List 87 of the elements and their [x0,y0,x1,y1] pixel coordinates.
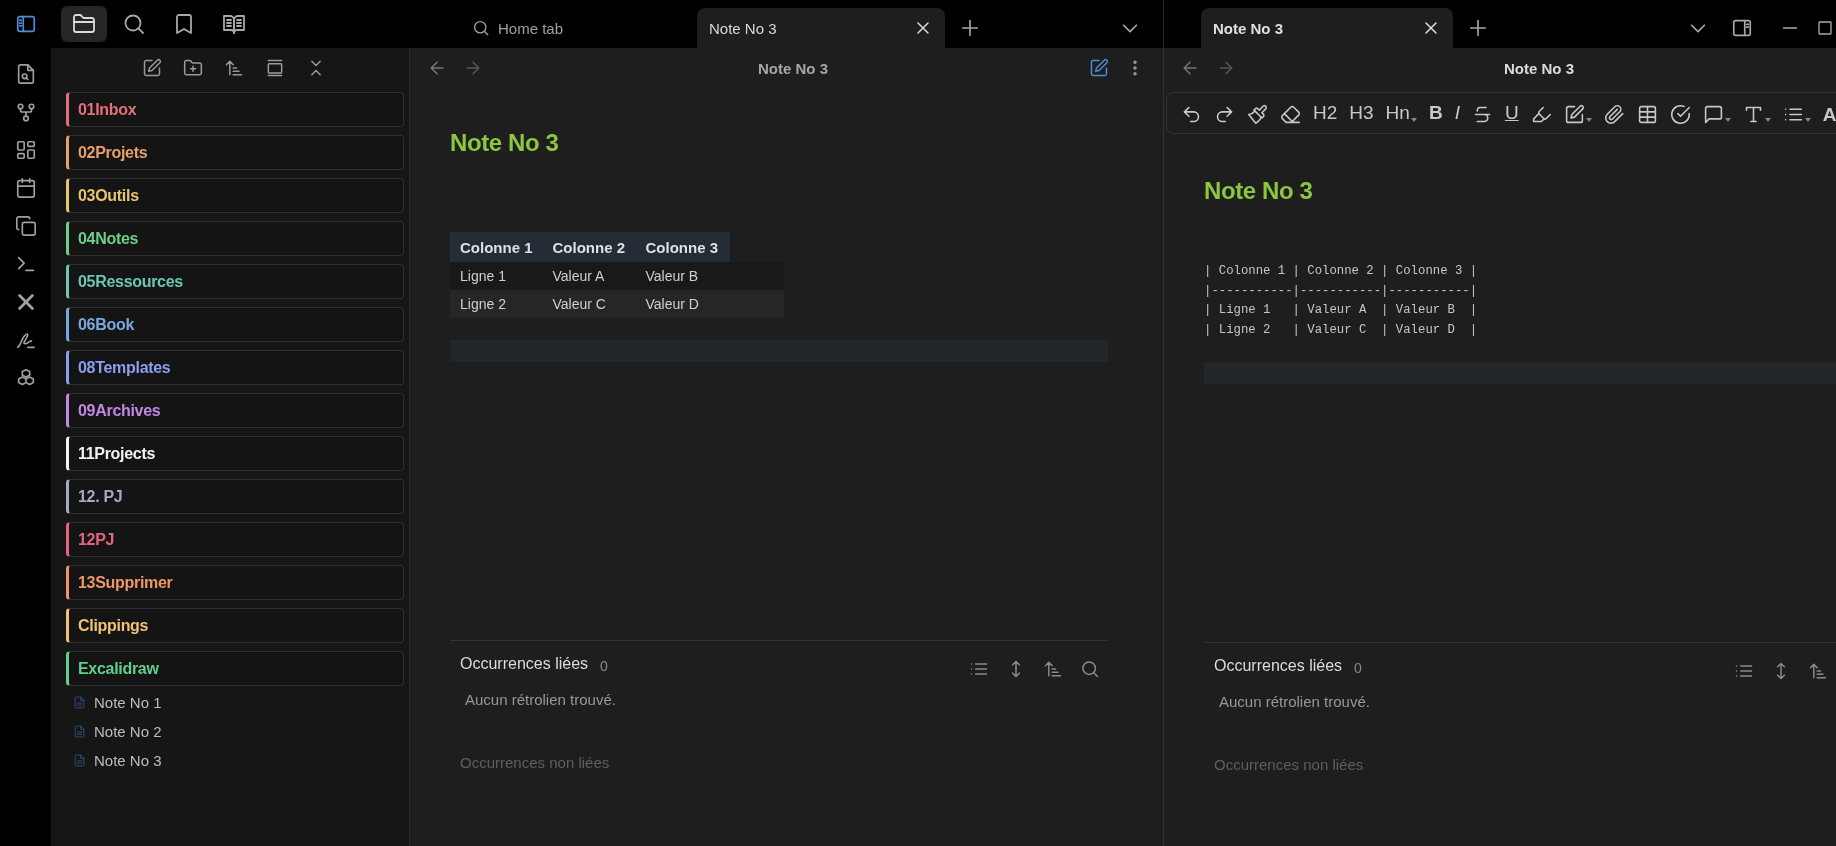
folder-item[interactable]: 01Inbox [66,92,404,127]
table-cell: Ligne 2 [450,290,543,318]
backlinks-heading: Occurrences liées [460,655,589,673]
table-icon [1636,104,1658,125]
redo-icon [1214,104,1235,125]
sort-icon[interactable] [224,58,244,78]
book-icon [222,12,246,36]
caret-icon [1804,118,1811,122]
table-cell: Valeur C [542,290,636,318]
dashboard-icon[interactable] [14,139,37,161]
search-icon[interactable] [1080,659,1100,679]
bold-button[interactable]: B [1428,101,1443,125]
text-color-button[interactable]: A [1822,101,1836,125]
note-item[interactable]: Note No 3 [73,746,409,775]
heading-button[interactable]: H3 [1349,101,1374,125]
tab[interactable]: Note No 3 [697,8,945,48]
folder-item[interactable]: 02Projets [66,135,404,170]
italic-button[interactable]: I [1454,101,1460,125]
folder-item[interactable]: 12PJ [66,522,404,557]
note-header-title: Note No 3 [1503,59,1575,77]
sort-icon[interactable] [1808,661,1828,681]
table-cell: Valeur D [635,290,730,318]
new-tab-icon[interactable] [1467,17,1489,39]
caret-icon [1724,118,1731,122]
new-tab-icon[interactable] [959,17,981,39]
backlinks-count: 0 [1354,660,1362,676]
note-item[interactable]: Note No 1 [73,688,409,717]
column-header: Colonne 2 [542,232,636,262]
note-title: Note No 3 [1204,176,1314,206]
caret-icon [1410,118,1417,122]
tab[interactable]: Home tab [460,8,697,48]
folder-item[interactable]: 12. PJ [66,479,404,514]
caret-icon [1585,118,1592,122]
file-icon [73,754,86,767]
copy-icon[interactable] [14,215,37,237]
table-cell: Valeur A [542,262,636,290]
no-backlinks-text: Aucun rétrolien trouvé. [1218,693,1371,710]
edit-icon[interactable] [1089,58,1109,78]
table-cell: Valeur B [635,262,730,290]
undo-icon [1181,104,1202,125]
markdown-source: | Colonne 1 | Colonne 2 | Colonne 3 | |-----------|-----------|-----------| | Ligne 1 | Valeur A | Valeur B | | Ligne 2 | Valeur C | Valeur D | [1204,263,1479,339]
brush-icon [1247,104,1268,125]
backlinks-count: 0 [600,658,608,674]
folder-item[interactable]: 06Book [66,307,404,342]
right-sidebar-toggle-icon[interactable] [1731,17,1753,39]
new-folder-icon[interactable] [183,58,203,78]
maximize-icon[interactable] [1816,19,1834,37]
folder-icon [72,12,96,36]
file-icon [73,696,86,709]
clip-icon [1603,104,1625,125]
sidebar-toggle-icon[interactable] [14,13,37,35]
tab[interactable]: Note No 3 [1201,8,1453,48]
no-backlinks-text: Aucun rétrolien trouvé. [464,691,617,708]
folder-item[interactable]: 08Templates [66,350,404,385]
search-icon [122,12,146,36]
new-note-icon[interactable] [142,58,162,78]
highlighter-icon [1530,104,1552,125]
search-icon [472,19,490,37]
table-cell: Ligne 1 [450,262,543,290]
check-icon [1669,104,1691,125]
heading-button[interactable]: Hn [1385,101,1417,125]
heading-button[interactable]: H2 [1313,101,1338,125]
note-title: Note No 3 [450,128,560,158]
comment-icon [1702,104,1724,125]
file-icon [73,725,86,738]
folder-item[interactable]: 04Notes [66,221,404,256]
eraser-icon [1280,104,1301,125]
note-item[interactable]: Note No 2 [73,717,409,746]
calendar-icon[interactable] [14,177,37,199]
folder-item[interactable]: Clippings [66,608,404,643]
files-tab[interactable] [61,6,107,42]
folder-item[interactable]: 03Outils [66,178,404,213]
folder-item[interactable]: 11Projects [66,436,404,471]
folder-item[interactable]: Excalidraw [66,651,404,686]
underline-button[interactable]: U [1504,101,1519,125]
folder-item[interactable]: 13Supprimer [66,565,404,600]
folder-item[interactable]: 05Ressources [66,264,404,299]
sort-icon[interactable] [1043,659,1063,679]
column-header: Colonne 3 [635,232,730,262]
reveal-file-icon[interactable] [265,58,285,78]
backlinks-heading: Occurrences liées [1214,657,1343,675]
note-header-title: Note No 3 [757,59,829,77]
folder-item[interactable]: 09Archives [66,393,404,428]
caret-icon [1764,118,1771,122]
graph-icon[interactable] [14,101,37,123]
edit-icon [1563,104,1585,125]
column-header: Colonne 1 [450,232,543,262]
